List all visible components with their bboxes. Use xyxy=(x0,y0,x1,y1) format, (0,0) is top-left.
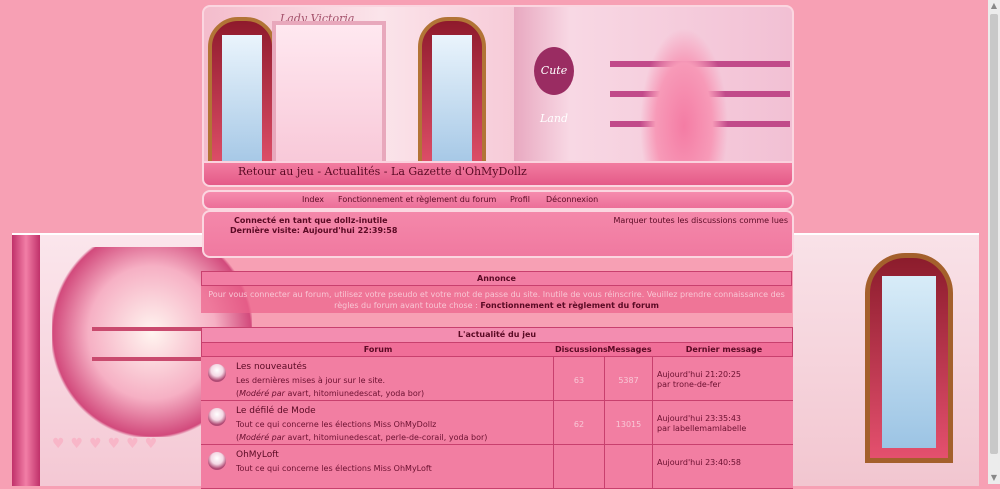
right-decor-panel xyxy=(793,233,979,486)
forum-title[interactable]: Les nouveautés xyxy=(236,362,307,372)
user-info-box: Connecté en tant que dollz-inutile Derni… xyxy=(202,210,794,258)
last-message-info: Aujourd'hui 23:40:58 xyxy=(657,458,741,468)
moderated-by-label: Modéré par xyxy=(239,433,285,442)
left-pillar xyxy=(12,235,40,486)
last-message-author[interactable]: par trone-de-fer xyxy=(657,380,741,390)
menu-index[interactable]: Index xyxy=(302,195,324,204)
table-header: Forum Discussions Messages Dernier messa… xyxy=(201,343,793,357)
last-message-date[interactable]: Aujourd'hui 23:40:58 xyxy=(657,458,741,468)
boutique-showcase xyxy=(272,21,386,169)
mark-all-read-link[interactable]: Marquer toutes les discussions comme lue… xyxy=(614,216,788,225)
forum-moderators: (Modéré par avart, hitomiunedescat, yoda… xyxy=(236,389,425,398)
left-decor-panel: ♥♥♥♥♥♥ xyxy=(12,233,252,486)
col-messages: Messages xyxy=(607,345,652,354)
discussions-count: 63 xyxy=(573,376,585,385)
doll-figure xyxy=(634,15,734,163)
scroll-up-icon[interactable]: ▲ xyxy=(988,0,1000,12)
forum-description: Tout ce qui concerne les élections Miss … xyxy=(236,420,437,429)
announcement-box: Annonce Pour vous connecter au forum, ut… xyxy=(201,271,792,313)
menu-logout[interactable]: Déconnexion xyxy=(546,195,598,204)
moderator-names: avart, hitomiunedescat, yoda bor) xyxy=(284,389,425,398)
forum-title[interactable]: OhMyLoft xyxy=(236,450,279,460)
hearts-border-decor: ♥♥♥♥♥♥ xyxy=(52,436,164,452)
last-message-info: Aujourd'hui 21:20:25 par trone-de-fer xyxy=(657,370,741,390)
scrollbar-thumb[interactable] xyxy=(990,14,998,454)
moderator-names: avart, hitomiunedescat, perle-de-corail,… xyxy=(284,433,488,442)
page-scrollbar[interactable]: ▲ ▼ xyxy=(988,0,1000,484)
last-message-date[interactable]: Aujourd'hui 21:20:25 xyxy=(657,370,741,380)
table-row[interactable]: Les nouveautés Les dernières mises à jou… xyxy=(201,357,793,401)
connected-as-text: Connecté en tant que dollz-inutile xyxy=(234,216,388,225)
arch-window-decor xyxy=(865,253,953,463)
banner-window-left xyxy=(208,17,276,173)
col-discussions: Discussions xyxy=(555,345,608,354)
main-menu: Index Fonctionnement et règlement du for… xyxy=(202,190,794,210)
window-glass xyxy=(882,276,936,448)
scroll-down-icon[interactable]: ▼ xyxy=(988,472,1000,484)
forum-description: Tout ce qui concerne les élections Miss … xyxy=(236,464,432,473)
messages-count: 5387 xyxy=(618,376,639,385)
last-message-info: Aujourd'hui 23:35:43 par labellemamlabel… xyxy=(657,414,746,434)
forum-title[interactable]: Le défilé de Mode xyxy=(236,406,316,416)
forum-description: Les dernières mises à jour sur le site. xyxy=(236,376,386,385)
banner-window-center xyxy=(418,17,486,173)
last-message-author[interactable]: par labellemamlabelle xyxy=(657,424,746,434)
shelf-decor xyxy=(92,335,202,361)
col-forum: Forum xyxy=(363,345,393,354)
shelf-decor xyxy=(92,305,202,331)
table-row[interactable]: OhMyLoft Tout ce qui concerne les électi… xyxy=(201,445,793,489)
announcement-rules-link[interactable]: Fonctionnement et règlement du forum xyxy=(480,301,659,310)
messages-count: 13015 xyxy=(615,420,642,429)
moderated-by-label: Modéré par xyxy=(239,389,285,398)
forum-cake-icon xyxy=(208,452,226,470)
table-row[interactable]: Le défilé de Mode Tout ce qui concerne l… xyxy=(201,401,793,445)
forum-moderators: (Modéré par avart, hitomiunedescat, perl… xyxy=(236,433,488,442)
menu-rules[interactable]: Fonctionnement et règlement du forum xyxy=(338,195,496,204)
col-last-message: Dernier message xyxy=(685,345,763,354)
forum-table: L'actualité du jeu Forum Discussions Mes… xyxy=(201,327,793,489)
banner-nav-bar: Retour au jeu - Actualités - La Gazette … xyxy=(204,161,792,185)
cute-land-logo: Cute Land xyxy=(534,47,574,125)
announcement-title: Annonce xyxy=(201,271,792,286)
last-message-date[interactable]: Aujourd'hui 23:35:43 xyxy=(657,414,746,424)
back-to-game-link[interactable]: Retour au jeu - Actualités - La Gazette … xyxy=(238,165,527,178)
forum-cake-icon xyxy=(208,408,226,426)
last-visit-text: Dernière visite: Aujourd'hui 22:39:58 xyxy=(230,226,398,235)
header-banner: Lady Victoria Cute Land Retour au jeu - … xyxy=(202,5,794,187)
forum-cake-icon xyxy=(208,364,226,382)
category-title: L'actualité du jeu xyxy=(201,327,793,343)
announcement-body: Pour vous connecter au forum, utilisez v… xyxy=(201,286,792,314)
discussions-count: 62 xyxy=(573,420,585,429)
menu-profile[interactable]: Profil xyxy=(510,195,530,204)
